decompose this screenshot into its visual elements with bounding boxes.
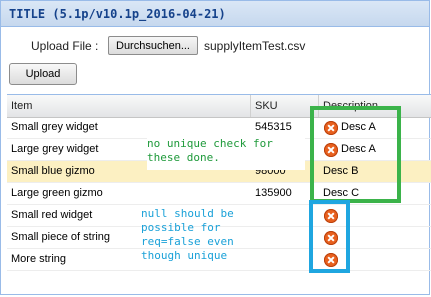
panel-titlebar: TITLE (5.1p/v10.1p_2016-04-21) [1,1,429,27]
cell-description [337,205,427,227]
column-header-item[interactable]: Item [7,95,251,117]
upload-file-label: Upload File : [31,39,99,53]
blue-highlight-box [309,200,350,273]
column-header-sku[interactable]: SKU [251,95,319,117]
panel-title: TITLE (5.1p/v10.1p_2016-04-21) [9,7,226,21]
cell-description [337,227,427,249]
cell-sku: 545315 [255,121,292,133]
annotation-no-unique-check: no unique check for these done. [147,137,305,170]
cell-item: Small grey widget [11,121,98,133]
selected-filename: supplyItemTest.csv [204,39,306,53]
cell-description [337,249,427,271]
green-highlight-box [310,106,401,203]
upload-button[interactable]: Upload [9,63,77,85]
cell-item: Large green gizmo [11,187,103,199]
annotation-null-possible: null should be possible for req=false ev… [141,207,234,262]
browse-button[interactable]: Durchsuchen... [108,36,198,55]
